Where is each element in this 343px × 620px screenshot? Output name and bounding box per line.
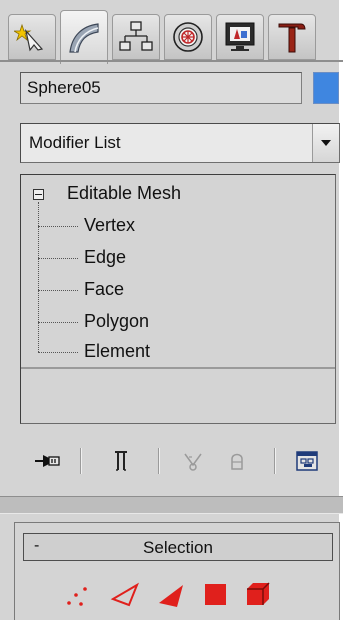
tab-modify[interactable] [60,10,108,64]
hierarchy-icon [119,21,153,51]
element-select-button[interactable] [241,577,275,611]
subobject-vertex[interactable]: Vertex [38,215,298,237]
show-end-result-button[interactable] [106,446,136,476]
subobject-polygon[interactable]: Polygon [38,311,298,333]
tree-connector [38,322,78,323]
modifier-stack-tree: Editable Mesh Vertex Edge Face Polygon E… [21,175,335,365]
subobject-label: Polygon [84,311,150,331]
pin-stack-button[interactable] [32,446,62,476]
remove-modifier-button[interactable] [222,446,252,476]
configure-modifier-sets-icon [296,451,318,471]
element-select-icon [247,582,270,605]
remove-modifier-icon [231,453,243,470]
toolbar-separator [158,448,159,474]
show-end-result-icon [115,451,127,471]
tree-connector [38,290,78,291]
configure-modifier-sets-button[interactable] [292,446,322,476]
subobject-label: Face [84,279,125,299]
modifier-list-arrow[interactable] [312,124,339,162]
toolbar-separator [274,448,275,474]
edge-select-icon [110,582,140,607]
subobject-label: Edge [84,247,127,267]
make-unique-icon [184,453,202,471]
toolbar-separator [80,448,81,474]
face-select-icon [159,585,183,607]
selection-rollout-header[interactable]: - Selection [23,533,333,561]
subobject-edge[interactable]: Edge [38,247,298,269]
modifier-list-dropdown[interactable]: Modifier List [20,123,340,163]
pin-stack-icon [35,455,60,467]
tree-connector [38,352,78,353]
edge-select-button[interactable] [109,577,143,611]
rollout-title: Selection [143,538,213,557]
subobject-label: Vertex [84,215,136,235]
utilities-icon [278,23,306,53]
face-select-button[interactable] [155,577,189,611]
tab-hierarchy[interactable] [112,14,160,60]
command-panel: Sphere05 Modifier List Editable Mesh Ver… [0,0,343,620]
tab-display[interactable] [216,14,264,60]
polygon-select-icon [205,584,226,605]
modifier-stack: Editable Mesh Vertex Edge Face Polygon E… [20,174,336,424]
modify-icon [69,22,99,53]
tree-connector [38,258,78,259]
subobject-element[interactable]: Element [38,341,298,363]
object-name-field[interactable]: Sphere05 [20,72,302,104]
collapse-toggle-icon[interactable] [33,189,44,200]
tab-motion[interactable] [164,14,212,60]
tree-connector [38,226,78,227]
modifier-list-label: Modifier List [29,133,121,152]
display-icon [225,22,255,51]
object-color-swatch[interactable] [313,72,339,104]
tab-utilities[interactable] [268,14,316,60]
polygon-select-button[interactable] [199,577,233,611]
motion-icon [173,22,203,52]
selection-rollout: - Selection [14,522,340,620]
tab-create[interactable] [8,14,56,60]
subobject-label: Element [84,341,151,361]
command-panel-tabs [8,6,336,64]
vertex-select-button[interactable] [63,577,97,611]
subobject-selection-buttons [63,577,303,613]
subobject-face[interactable]: Face [38,279,298,301]
stack-toolbar [20,440,340,482]
stack-item-editable-mesh[interactable]: Editable Mesh [67,183,181,204]
vertex-select-icon [67,587,87,606]
tabs-divider [0,60,343,62]
stack-divider [21,367,335,369]
panel-divider [0,496,343,514]
chevron-down-icon [321,140,331,146]
create-icon [14,23,44,52]
make-unique-button[interactable] [178,446,208,476]
